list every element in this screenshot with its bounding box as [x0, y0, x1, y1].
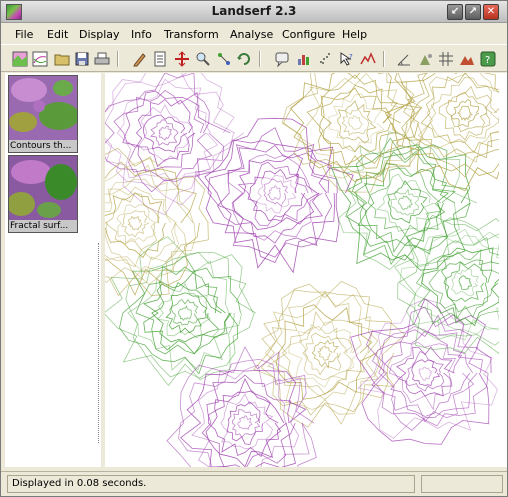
new-raster-icon[interactable]	[11, 50, 29, 68]
print-icon[interactable]	[93, 50, 111, 68]
close-button[interactable]: ✕	[483, 4, 499, 20]
thumbnail-label: Contours th...	[9, 140, 77, 152]
toolbar-separator	[259, 51, 261, 67]
profile-icon[interactable]	[359, 50, 377, 68]
status-bar: Displayed in 0.08 seconds.	[1, 471, 507, 496]
toolbar-separator	[117, 51, 119, 67]
terrain-icon[interactable]	[458, 50, 476, 68]
scatterplot-icon[interactable]	[316, 50, 334, 68]
svg-text:?: ?	[349, 53, 353, 61]
main-window: Landserf 2.3 ↙ ↗ ✕ File Edit Display Inf…	[0, 0, 508, 497]
menu-display[interactable]: Display	[79, 28, 120, 41]
query-icon[interactable]	[273, 50, 291, 68]
move-icon[interactable]	[173, 50, 191, 68]
menu-file[interactable]: File	[15, 28, 33, 41]
menu-bar: File Edit Display Info Transform Analyse…	[1, 24, 507, 44]
menu-configure[interactable]: Configure	[282, 28, 335, 41]
status-secondary-field	[421, 475, 503, 493]
svg-text:?: ?	[485, 55, 490, 66]
zoom-area-icon[interactable]	[215, 50, 233, 68]
menu-help[interactable]: Help	[342, 28, 367, 41]
pencil-edit-icon[interactable]	[131, 50, 149, 68]
maximize-button[interactable]: ↗	[465, 4, 481, 20]
help-icon[interactable]: ?	[479, 50, 497, 68]
new-vector-icon[interactable]	[31, 50, 49, 68]
query-pointer-icon[interactable]: ?	[338, 50, 356, 68]
menu-transform[interactable]: Transform	[164, 28, 219, 41]
thumbnail-fractal-surface[interactable]: Fractal surf...	[8, 155, 78, 233]
toolbar: ? ?	[1, 44, 507, 72]
zoom-icon[interactable]	[194, 50, 212, 68]
layer-thumbnail-panel: Contours th... Fractal surf...	[5, 73, 101, 467]
toolbar-separator	[383, 51, 385, 67]
menu-analyse[interactable]: Analyse	[230, 28, 273, 41]
refresh-icon[interactable]	[235, 50, 253, 68]
peaks-icon[interactable]	[417, 50, 435, 68]
grid-icon[interactable]	[437, 50, 455, 68]
open-folder-icon[interactable]	[53, 50, 71, 68]
histogram-icon[interactable]	[295, 50, 313, 68]
title-bar[interactable]: Landserf 2.3 ↙ ↗ ✕	[1, 1, 507, 23]
minimize-button[interactable]: ↙	[447, 4, 463, 20]
slope-icon[interactable]	[395, 50, 413, 68]
panel-splitter[interactable]	[98, 243, 100, 443]
window-title: Landserf 2.3	[211, 4, 297, 18]
thumbnail-contours[interactable]: Contours th...	[8, 75, 78, 153]
fractal-thumbnail-image	[9, 156, 77, 220]
thumbnail-label: Fractal surf...	[9, 220, 77, 232]
menu-edit[interactable]: Edit	[47, 28, 68, 41]
map-right-margin	[499, 73, 507, 467]
contour-map-canvas[interactable]	[105, 73, 499, 467]
status-message: Displayed in 0.08 seconds.	[7, 475, 415, 493]
edit-attributes-icon[interactable]	[151, 50, 169, 68]
menu-info[interactable]: Info	[131, 28, 152, 41]
contours-thumbnail-image	[9, 76, 77, 140]
save-icon[interactable]	[73, 50, 91, 68]
